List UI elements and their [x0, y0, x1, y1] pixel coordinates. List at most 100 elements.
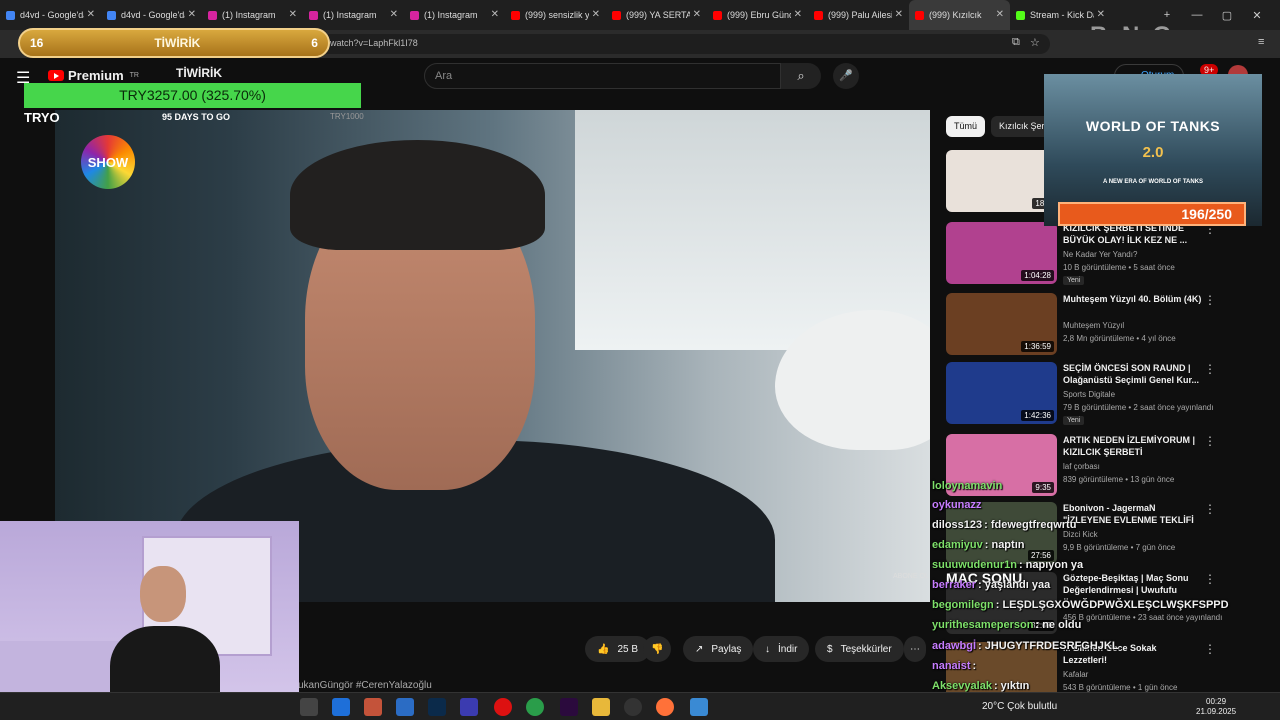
- tab-close-icon[interactable]: ✕: [1097, 9, 1105, 20]
- browser-tab[interactable]: d4vd - Google'da ✕: [101, 0, 202, 30]
- close-window-icon[interactable]: ✕: [1244, 9, 1270, 22]
- browser-tab[interactable]: (999) Palu Ailesi D✕: [808, 0, 909, 30]
- chat-username[interactable]: begomilegn: [932, 599, 994, 611]
- browser-tab[interactable]: (1) Instagram ✕: [303, 0, 404, 30]
- region-label: TR: [129, 72, 139, 79]
- channel-name[interactable]: Dizci Kick: [1063, 530, 1098, 539]
- thanks-button[interactable]: $ Teşekkürler: [815, 636, 904, 662]
- more-options-icon[interactable]: ⋮: [1204, 434, 1216, 448]
- channel-name[interactable]: laf çorbası: [1063, 462, 1100, 471]
- youtube-premium-logo[interactable]: Premium TR: [48, 68, 139, 83]
- more-options-icon[interactable]: ⋮: [1204, 293, 1216, 307]
- mic-button[interactable]: 🎤: [833, 63, 859, 89]
- chat-username[interactable]: adawbgİ: [932, 640, 976, 652]
- tab-close-icon[interactable]: ✕: [390, 9, 398, 20]
- goal-currency-label: TRYO: [24, 110, 60, 125]
- video-thumbnail[interactable]: 1:36:59: [946, 293, 1057, 355]
- new-tab-icon[interactable]: +: [1154, 9, 1180, 21]
- folder-icon[interactable]: [592, 698, 610, 716]
- chat-username[interactable]: Aksevyalak: [932, 680, 992, 692]
- taskbar-app-icon[interactable]: [460, 698, 478, 716]
- more-actions-button[interactable]: ⋯: [904, 636, 926, 662]
- video-hashtags[interactable]: ukanGüngör #CerenYalazoğlu: [298, 680, 432, 691]
- video-title[interactable]: ARTIK NEDEN İZLEMİYORUM | KIZILCIK ŞERBE…: [1063, 434, 1203, 458]
- chat-username[interactable]: loloynamavin: [932, 480, 1002, 492]
- video-thumbnail[interactable]: 27:56: [946, 502, 1057, 564]
- tab-close-icon[interactable]: ✕: [794, 9, 802, 20]
- filter-chip[interactable]: Tümü: [946, 116, 986, 137]
- weather-widget[interactable]: 20°C Çok bulutlu: [982, 701, 1057, 712]
- screen-icon[interactable]: ⧉: [1012, 36, 1020, 49]
- channel-name[interactable]: Kafalar: [1063, 670, 1088, 679]
- more-options-icon[interactable]: ⋮: [1204, 572, 1216, 586]
- dislike-button[interactable]: 👎: [643, 636, 672, 662]
- channel-name[interactable]: Sports Digitale: [1063, 390, 1115, 399]
- tab-close-icon[interactable]: ✕: [693, 9, 701, 20]
- obs-icon[interactable]: [624, 698, 642, 716]
- browser-tab[interactable]: (1) Instagram ✕: [202, 0, 303, 30]
- recommended-video[interactable]: 1:36:59 Muhteşem Yüzyıl 40. Bölüm (4K) Muh…: [946, 293, 1266, 357]
- photoshop-icon[interactable]: [428, 698, 446, 716]
- menu-icon[interactable]: ≡: [1258, 36, 1264, 48]
- tab-close-icon[interactable]: ✕: [188, 9, 196, 20]
- channel-name[interactable]: Muhteşem Yüzyıl: [1063, 321, 1124, 330]
- tab-close-icon[interactable]: ✕: [87, 9, 95, 20]
- recommended-video[interactable]: 27:56 Ebonivon - JagermaN "İZLEYENE EVLEN…: [946, 502, 1266, 566]
- opera-icon[interactable]: [494, 698, 512, 716]
- tab-close-icon[interactable]: ✕: [491, 9, 499, 20]
- browser-tab[interactable]: (999) YA SERTAÇ✕: [606, 0, 707, 30]
- more-options-icon[interactable]: ⋮: [1204, 502, 1216, 516]
- video-thumbnail[interactable]: 1:42:36: [946, 362, 1057, 424]
- recommended-video[interactable]: 1:42:36 SEÇİM ÖNCESİ SON RAUND | Olağanüs…: [946, 362, 1266, 426]
- taskbar-app-icon[interactable]: [396, 698, 414, 716]
- tab-close-icon[interactable]: ✕: [895, 9, 903, 20]
- video-thumbnail[interactable]: 18...: [946, 150, 1057, 212]
- video-title[interactable]: Göztepe-Beşiktaş | Maç Sonu Değerlendirm…: [1063, 572, 1203, 596]
- video-meta: 2,8 Mn görüntüleme • 4 yıl önce: [1063, 334, 1176, 343]
- subscribe-watermark[interactable]: ABONE OL: [893, 573, 929, 580]
- minimize-icon[interactable]: —: [1184, 9, 1210, 21]
- browser-tab[interactable]: (999) Kızılcık ✕: [909, 0, 1010, 30]
- video-title[interactable]: SEÇİM ÖNCESİ SON RAUND | Olağanüstü Seçi…: [1063, 362, 1203, 386]
- firefox-icon[interactable]: [656, 698, 674, 716]
- more-options-icon[interactable]: ⋮: [1204, 362, 1216, 376]
- more-options-icon[interactable]: ⋮: [1204, 642, 1216, 656]
- chat-username[interactable]: yurithesameperson: [932, 619, 1033, 631]
- thanks-label: Teşekkürler: [840, 643, 892, 655]
- recommended-video[interactable]: 1:04:28 KIZILCIK ŞERBETİ SETİNDE BÜYÜK OL…: [946, 222, 1266, 286]
- browser-tab[interactable]: d4vd - Google'da ✕: [0, 0, 101, 30]
- taskbar-app-icon[interactable]: [364, 698, 382, 716]
- video-title[interactable]: Ebonivon - JagermaN "İZLEYENE EVLENME TE…: [1063, 502, 1203, 526]
- taskbar-app-icon[interactable]: [690, 698, 708, 716]
- browser-tab[interactable]: (999) sensizlik yaş✕: [505, 0, 606, 30]
- channel-name[interactable]: Ne Kadar Yer Yandı?: [1063, 250, 1137, 259]
- search-input[interactable]: Ara: [424, 63, 781, 89]
- like-button[interactable]: 👍 25 B: [585, 636, 651, 662]
- chat-message: nanaist:: [932, 660, 976, 672]
- taskbar-app-icon[interactable]: [300, 698, 318, 716]
- youtube-play-icon: [48, 70, 64, 81]
- outlook-icon[interactable]: [332, 698, 350, 716]
- bookmark-star-icon[interactable]: ☆: [1030, 36, 1040, 49]
- share-button[interactable]: ↗ Paylaş: [683, 636, 754, 662]
- chat-username[interactable]: berraker: [932, 579, 976, 591]
- maximize-icon[interactable]: ▢: [1214, 9, 1240, 22]
- chat-username[interactable]: diloss123: [932, 519, 982, 531]
- ad-title: WORLD OF TANKS: [1085, 118, 1221, 134]
- chat-username[interactable]: oykunazz: [932, 499, 982, 511]
- chat-username[interactable]: suuuwudenur1n: [932, 559, 1017, 571]
- chat-username[interactable]: edamiyuv: [932, 539, 983, 551]
- search-button[interactable]: ⌕: [781, 63, 821, 89]
- clock[interactable]: 00:29 21.09.2025: [1196, 697, 1236, 717]
- tab-close-icon[interactable]: ✕: [996, 9, 1004, 20]
- premiere-icon[interactable]: [560, 698, 578, 716]
- chat-username[interactable]: nanaist: [932, 660, 971, 672]
- tab-close-icon[interactable]: ✕: [289, 9, 297, 20]
- download-button[interactable]: ↓ İndir: [753, 636, 810, 662]
- browser-tab[interactable]: (999) Ebru Günde✕: [707, 0, 808, 30]
- chrome-icon[interactable]: [526, 698, 544, 716]
- video-title[interactable]: Muhteşem Yüzyıl 40. Bölüm (4K): [1063, 293, 1203, 305]
- tab-close-icon[interactable]: ✕: [592, 9, 600, 20]
- browser-tab[interactable]: (1) Instagram ✕: [404, 0, 505, 30]
- video-thumbnail[interactable]: 1:04:28: [946, 222, 1057, 284]
